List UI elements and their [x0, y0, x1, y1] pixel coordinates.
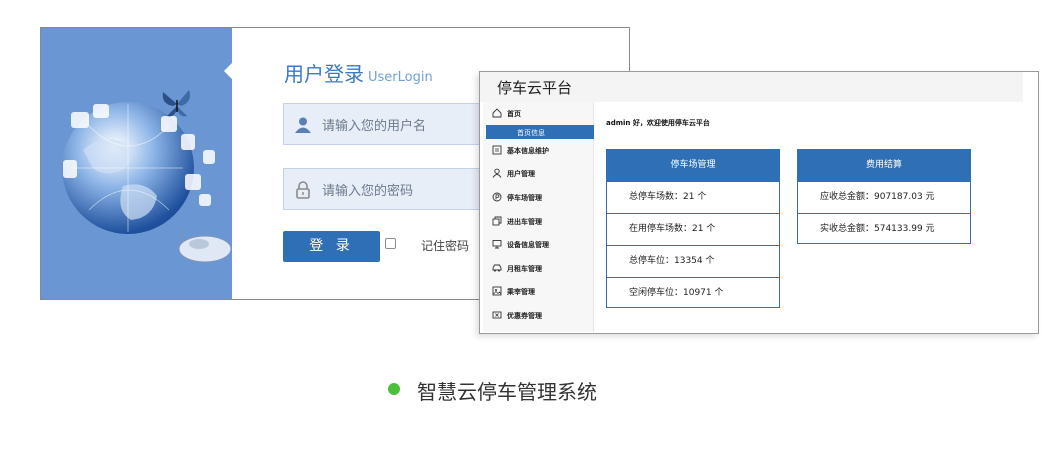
sidebar-item-label: 优惠券管理 [507, 312, 542, 320]
remember-password-checkbox[interactable] [385, 238, 396, 249]
parking-icon [492, 192, 502, 202]
sidebar-item-label: 乘宰管理 [507, 288, 535, 296]
sidebar-item-coupons[interactable]: 优惠券管理 [483, 304, 594, 327]
login-title: 用户登录 UserLogin [284, 58, 433, 87]
sidebar-item-home[interactable]: 首页 [483, 102, 594, 125]
fee-settlement-panel: 费用结算 应收总金额：907187.03 元 实收总金额：574133.99 元 [797, 149, 971, 244]
home-icon [492, 108, 502, 118]
sidebar-item-users[interactable]: 用户管理 [483, 162, 594, 185]
sidebar-item-label: 停车场管理 [507, 194, 542, 202]
monitor-icon [492, 240, 502, 249]
sidebar-item-entry-exit[interactable]: 进出车管理 [483, 210, 594, 233]
panel-title: 停车场管理 [607, 150, 779, 181]
login-button[interactable]: 登 录 [283, 231, 380, 262]
user-icon [295, 117, 311, 133]
dashboard-sidebar: 首页 首页信息 基本信息维护 用户管理 停车场管理 进出车管理 设备信息管理 月… [483, 102, 594, 332]
car-icon [492, 264, 502, 272]
stat-row-receivable: 应收总金额：907187.03 元 [798, 181, 970, 213]
sidebar-item-label: 设备信息管理 [507, 241, 549, 249]
stat-row-active-lots: 在用停车场数：21 个 [607, 213, 779, 245]
sidebar-subitem-home-info[interactable]: 首页信息 [486, 125, 594, 139]
stat-row-total-lots: 总停车场数：21 个 [607, 181, 779, 213]
dashboard-window: 停车云平台 首页 首页信息 基本信息维护 用户管理 停车场管理 进出车管理 设备… [479, 71, 1039, 334]
computer-mouse-icon [178, 228, 232, 263]
sidebar-item-label: 用户管理 [507, 170, 535, 178]
sidebar-item-label: 月租车管理 [507, 265, 542, 273]
side-panel-pointer [224, 62, 232, 80]
sidebar-item-monthly-cars[interactable]: 月租车管理 [483, 257, 594, 280]
butterfly-icon [162, 90, 190, 117]
dashboard-title: 停车云平台 [497, 79, 573, 97]
sidebar-item-label: 基本信息维护 [507, 147, 549, 155]
lock-icon [296, 181, 310, 199]
stat-row-received: 实收总金额：574133.99 元 [798, 213, 970, 245]
document-icon [492, 145, 502, 155]
stat-row-free-spaces: 空闲停车位：10971 个 [607, 277, 779, 309]
login-title-main: 用户登录 [284, 62, 364, 86]
sidebar-item-parking-lots[interactable]: 停车场管理 [483, 186, 594, 209]
sidebar-item-basic-info[interactable]: 基本信息维护 [483, 139, 594, 162]
copy-icon [492, 216, 502, 226]
stat-row-total-spaces: 总停车位：13354 个 [607, 245, 779, 277]
login-side-panel [41, 28, 232, 299]
user-icon [492, 168, 502, 178]
sidebar-item-label: 进出车管理 [507, 218, 542, 226]
caption-text: 智慧云停车管理系统 [417, 380, 597, 404]
image-icon [492, 286, 502, 296]
remember-password-label: 记住密码 [421, 239, 470, 253]
coupon-icon [492, 311, 502, 319]
login-title-sub: UserLogin [368, 70, 433, 85]
sidebar-subitem-label: 首页信息 [517, 129, 545, 137]
sidebar-item-devices[interactable]: 设备信息管理 [483, 233, 594, 256]
welcome-message: admin 好，欢迎使用停车云平台 [606, 119, 710, 127]
sidebar-item-label: 首页 [507, 110, 521, 118]
username-placeholder: 请输入您的用户名 [322, 119, 427, 134]
caption-bullet-dot [388, 383, 400, 395]
dashboard-header: 停车云平台 [480, 72, 1023, 102]
parking-management-panel: 停车场管理 总停车场数：21 个 在用停车场数：21 个 总停车位：13354 … [606, 149, 780, 308]
panel-title: 费用结算 [798, 150, 970, 181]
screenshot-canvas: 用户登录 UserLogin 请输入您的用户名 请输入您的密码 登 录 记住密码 … [0, 0, 1060, 454]
password-placeholder: 请输入您的密码 [322, 184, 414, 199]
sidebar-item-photos[interactable]: 乘宰管理 [483, 280, 594, 303]
